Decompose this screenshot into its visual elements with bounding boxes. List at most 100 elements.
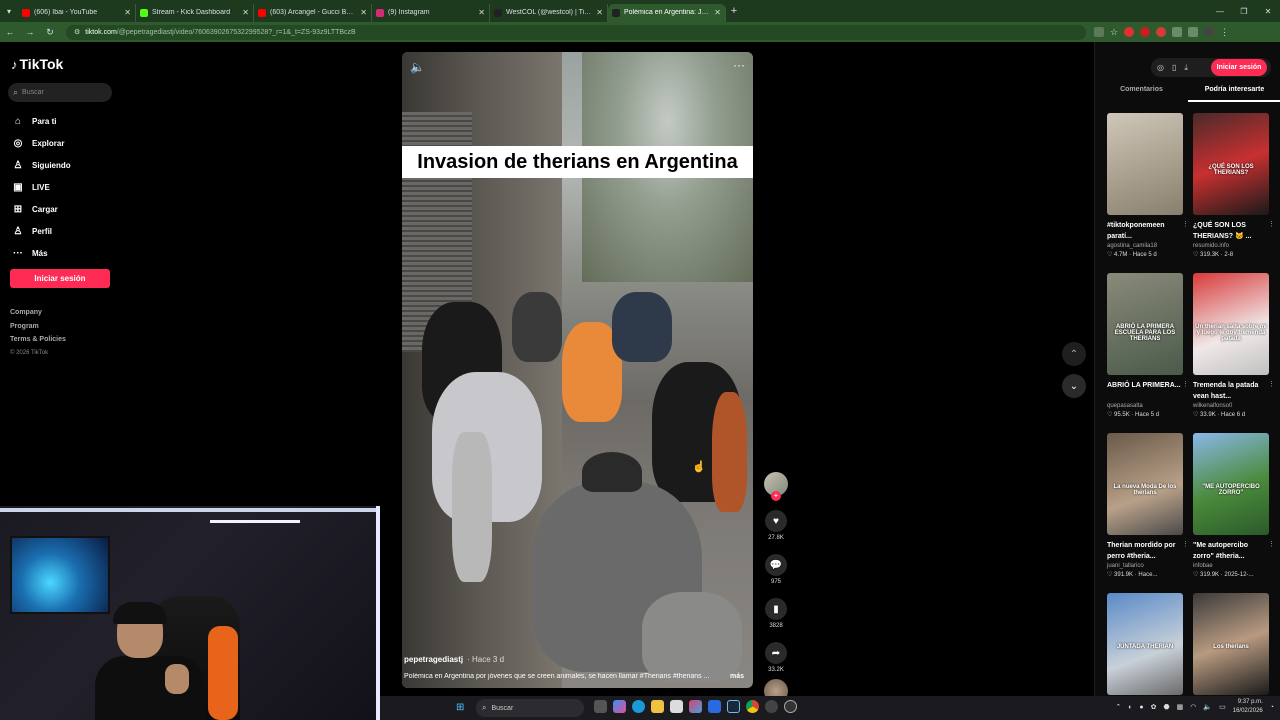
back-button[interactable]: ← [0,27,20,37]
author-handle[interactable]: pepetragediastj [404,655,463,664]
sidebar-item-more[interactable]: ··· Más [11,242,71,264]
card-author[interactable]: resumido.info [1193,243,1269,249]
suggested-video-card[interactable]: JUNTADA THERIAN [1107,593,1183,695]
tray-app-icon[interactable]: ⬣ [1164,703,1170,711]
notifications-icon[interactable]: ◔ [1270,704,1274,711]
phone-icon[interactable]: ▯ [1172,63,1176,72]
copilot-icon[interactable] [613,700,626,713]
suggested-video-card[interactable]: "ME AUTOPERCIBO ZORRO" "Me autopercibo zo… [1193,433,1275,578]
tab-close-icon[interactable]: ✕ [124,8,131,17]
app-icon[interactable] [765,700,778,713]
video-thumbnail[interactable]: Un therian salta sobre mí y luego le doy… [1193,273,1269,375]
video-player[interactable]: Invasion de therians en Argentina 🔈 ··· … [402,52,753,688]
maximize-button[interactable]: ❐ [1232,7,1256,16]
tab-close-icon[interactable]: ✕ [714,8,721,17]
tab-suggested[interactable]: Podría interesarte [1188,86,1280,102]
card-title[interactable]: ¿QUÉ SON LOS THERIANS? 🐱 ... [1193,220,1269,242]
reload-button[interactable]: ↻ [40,27,60,38]
minimize-button[interactable]: — [1208,7,1232,16]
card-more-icon[interactable]: ⋮ [1268,540,1275,548]
card-author[interactable]: infobae [1193,563,1269,569]
follow-plus-icon[interactable]: + [771,491,781,501]
battery-icon[interactable]: ▭ [1219,703,1226,711]
card-title[interactable]: "Me autopercibo zorro" #theria... [1193,540,1269,562]
tiktok-logo[interactable]: ♪ TikTok [11,56,63,72]
more-link[interactable]: más [730,673,744,680]
next-video-button[interactable]: ⌄ [1062,374,1086,398]
tray-app-icon[interactable]: ● [1139,704,1143,711]
suggested-video-card[interactable]: Un therian salta sobre mí y luego le doy… [1193,273,1275,418]
speaker-icon[interactable]: 🔈 [1203,703,1212,711]
bookmark-icon[interactable]: ▮ [765,598,787,620]
card-more-icon[interactable]: ⋮ [1268,220,1275,228]
suggested-video-card[interactable]: La nueva Moda De los therians Therian mor… [1107,433,1189,578]
suggested-video-card[interactable]: #tiktokponemeen paratí... agostina_camila… [1107,113,1189,258]
download-icon[interactable]: ⤓ [1184,63,1188,73]
like-action[interactable]: ♥ 27.8K [764,510,788,541]
browser-tab[interactable]: WestCOL (@westcol) | TikTok ✕ [490,3,608,22]
tab-comments[interactable]: Comentarios [1095,86,1188,102]
sidebar-item-compass[interactable]: ◎ Explorar [11,132,71,154]
sidebar-item-upload[interactable]: ⊞ Cargar [11,198,71,220]
video-more-icon[interactable]: ··· [733,58,745,72]
new-tab-button[interactable]: + [726,5,742,17]
suggested-video-card[interactable]: Los therians [1193,593,1269,695]
previous-video-button[interactable]: ⌃ [1062,342,1086,366]
tab-close-icon[interactable]: ✕ [596,8,603,17]
card-title[interactable]: Therian mordido por perro #theria... [1107,540,1183,562]
login-button[interactable]: Iniciar sesión [10,269,110,288]
browser-tab[interactable]: (603) Arcangel - Gucci Boys Cli✕ [254,3,372,22]
chrome-icon[interactable] [746,700,759,713]
card-title[interactable]: #tiktokponemeen paratí... [1107,220,1183,242]
share-action[interactable]: ➦ 33.2K [764,642,788,673]
video-thumbnail[interactable]: JUNTADA THERIAN [1107,593,1183,695]
wifi-icon[interactable]: ◠ [1190,703,1196,711]
sidebar-item-live[interactable]: ▣ LIVE [11,176,71,198]
share-icon[interactable]: ➦ [765,642,787,664]
video-thumbnail[interactable]: La nueva Moda De los therians [1107,433,1183,535]
tab-close-icon[interactable]: ✕ [242,8,249,17]
taskbar-clock[interactable]: 9:37 p.m. 16/02/2026 [1233,698,1263,716]
url-field[interactable]: ⚙ tiktok.com /@pepetragediastj/video/760… [66,24,1086,40]
sidebar-icon[interactable] [1188,27,1199,37]
card-more-icon[interactable]: ⋮ [1182,220,1189,228]
footer-link-company[interactable]: Company [10,309,66,323]
file-explorer-icon[interactable] [651,700,664,713]
card-author[interactable]: quepasasalta [1107,403,1183,409]
extensions-puzzle-icon[interactable] [1172,27,1183,37]
extension-pocket-icon[interactable] [1156,27,1167,37]
footer-link-terms[interactable]: Terms & Policies [10,336,66,350]
app-icon[interactable] [689,700,702,713]
browser-tab[interactable]: Stream - Kick Dashboard ✕ [136,3,254,22]
card-title[interactable]: Tremenda la patada vean hast... [1193,380,1269,402]
video-author[interactable]: pepetragediastj · Hace 3 d [404,655,504,664]
browser-menu-icon[interactable]: ⋮ [1220,27,1229,38]
video-thumbnail[interactable]: Los therians [1193,593,1269,695]
comment-action[interactable]: 💬 975 [764,554,788,585]
profile-avatar-icon[interactable] [1204,27,1215,37]
forward-button[interactable]: → [20,27,40,37]
tray-app-icon[interactable]: ▦ [1177,703,1184,711]
comment-icon[interactable]: 💬 [765,554,787,576]
browser-tab[interactable]: Polémica en Argentina: Jóvene ✕ [608,3,726,22]
card-more-icon[interactable]: ⋮ [1182,540,1189,548]
sidebar-item-user-follow[interactable]: ♙ Siguiendo [11,154,71,176]
install-icon[interactable] [1094,27,1104,37]
suggested-video-card[interactable]: ¿QUÉ SON LOS THERIANS? ¿QUÉ SON LOS THERI… [1193,113,1275,258]
store-icon[interactable] [670,700,683,713]
video-thumbnail[interactable]: ABRIÓ LA PRIMERA ESCUELA PARA LOS THERIA… [1107,273,1183,375]
tab-search-icon[interactable]: ▾ [0,0,18,22]
steam-icon[interactable] [727,700,740,713]
volume-icon[interactable]: 🔈 [410,60,425,74]
video-thumbnail[interactable]: "ME AUTOPERCIBO ZORRO" [1193,433,1269,535]
extension-red-icon[interactable] [1124,27,1135,37]
footer-link-program[interactable]: Program [10,323,66,337]
sidebar-item-home[interactable]: ⌂ Para ti [11,110,71,132]
close-window-button[interactable]: ✕ [1256,7,1280,16]
card-title[interactable]: ABRIÓ LA PRIMERA... [1107,380,1183,402]
save-action[interactable]: ▮ 3828 [764,598,788,629]
heart-icon[interactable]: ♥ [765,510,787,532]
tray-app-icon[interactable]: ✿ [1151,703,1157,711]
video-thumbnail[interactable]: ¿QUÉ SON LOS THERIANS? [1193,113,1269,215]
author-avatar[interactable]: + [764,472,788,501]
